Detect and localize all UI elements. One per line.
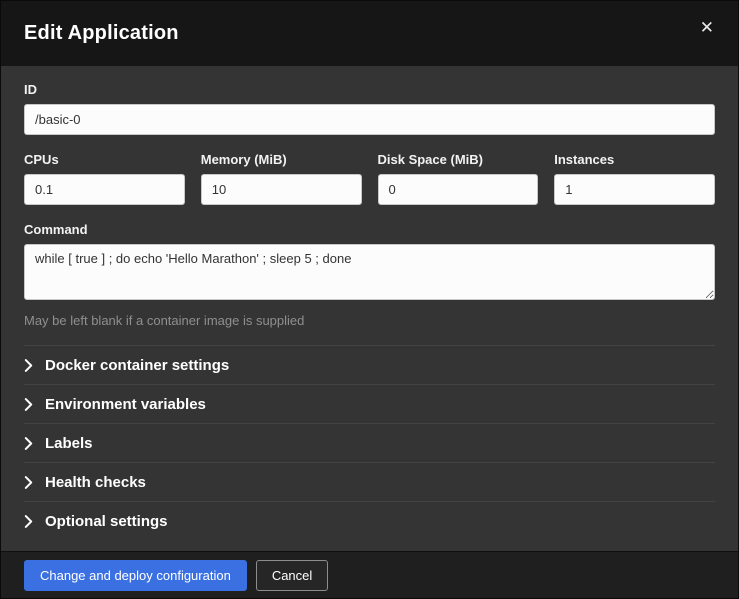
section-label: Environment variables (45, 396, 206, 413)
instances-field-group: Instances (554, 152, 715, 205)
chevron-right-icon (24, 398, 33, 411)
cpus-label: CPUs (24, 152, 185, 167)
disk-label: Disk Space (MiB) (378, 152, 539, 167)
chevron-right-icon (24, 359, 33, 372)
chevron-right-icon (24, 515, 33, 528)
section-label: Labels (45, 435, 93, 452)
command-field-group: Command while [ true ] ; do echo 'Hello … (24, 222, 715, 328)
section-health-checks[interactable]: Health checks (24, 463, 715, 502)
collapsible-sections: Docker container settings Environment va… (24, 345, 715, 541)
memory-label: Memory (MiB) (201, 152, 362, 167)
command-help-text: May be left blank if a container image i… (24, 313, 715, 328)
section-label: Docker container settings (45, 357, 229, 374)
command-label: Command (24, 222, 715, 237)
cancel-button[interactable]: Cancel (256, 560, 328, 591)
chevron-right-icon (24, 476, 33, 489)
id-field-group: ID (24, 82, 715, 135)
modal-title: Edit Application (24, 22, 179, 45)
section-environment-variables[interactable]: Environment variables (24, 385, 715, 424)
modal-footer: Change and deploy configuration Cancel (1, 551, 738, 598)
command-textarea[interactable]: while [ true ] ; do echo 'Hello Marathon… (24, 244, 715, 300)
id-label: ID (24, 82, 715, 97)
section-labels[interactable]: Labels (24, 424, 715, 463)
memory-field-group: Memory (MiB) (201, 152, 362, 205)
instances-label: Instances (554, 152, 715, 167)
change-and-deploy-button[interactable]: Change and deploy configuration (24, 560, 247, 591)
section-label: Health checks (45, 474, 146, 491)
id-input[interactable] (24, 104, 715, 135)
modal-header: Edit Application ✕ (1, 1, 738, 66)
section-optional-settings[interactable]: Optional settings (24, 502, 715, 541)
memory-input[interactable] (201, 174, 362, 205)
edit-application-modal: Edit Application ✕ ID CPUs Memory (MiB) … (0, 0, 739, 599)
disk-input[interactable] (378, 174, 539, 205)
disk-field-group: Disk Space (MiB) (378, 152, 539, 205)
section-label: Optional settings (45, 513, 168, 530)
close-icon[interactable]: ✕ (694, 15, 720, 40)
modal-body: ID CPUs Memory (MiB) Disk Space (MiB) In… (1, 66, 738, 551)
section-docker-container-settings[interactable]: Docker container settings (24, 346, 715, 385)
cpus-input[interactable] (24, 174, 185, 205)
resources-row: CPUs Memory (MiB) Disk Space (MiB) Insta… (24, 152, 715, 205)
chevron-right-icon (24, 437, 33, 450)
instances-input[interactable] (554, 174, 715, 205)
cpus-field-group: CPUs (24, 152, 185, 205)
